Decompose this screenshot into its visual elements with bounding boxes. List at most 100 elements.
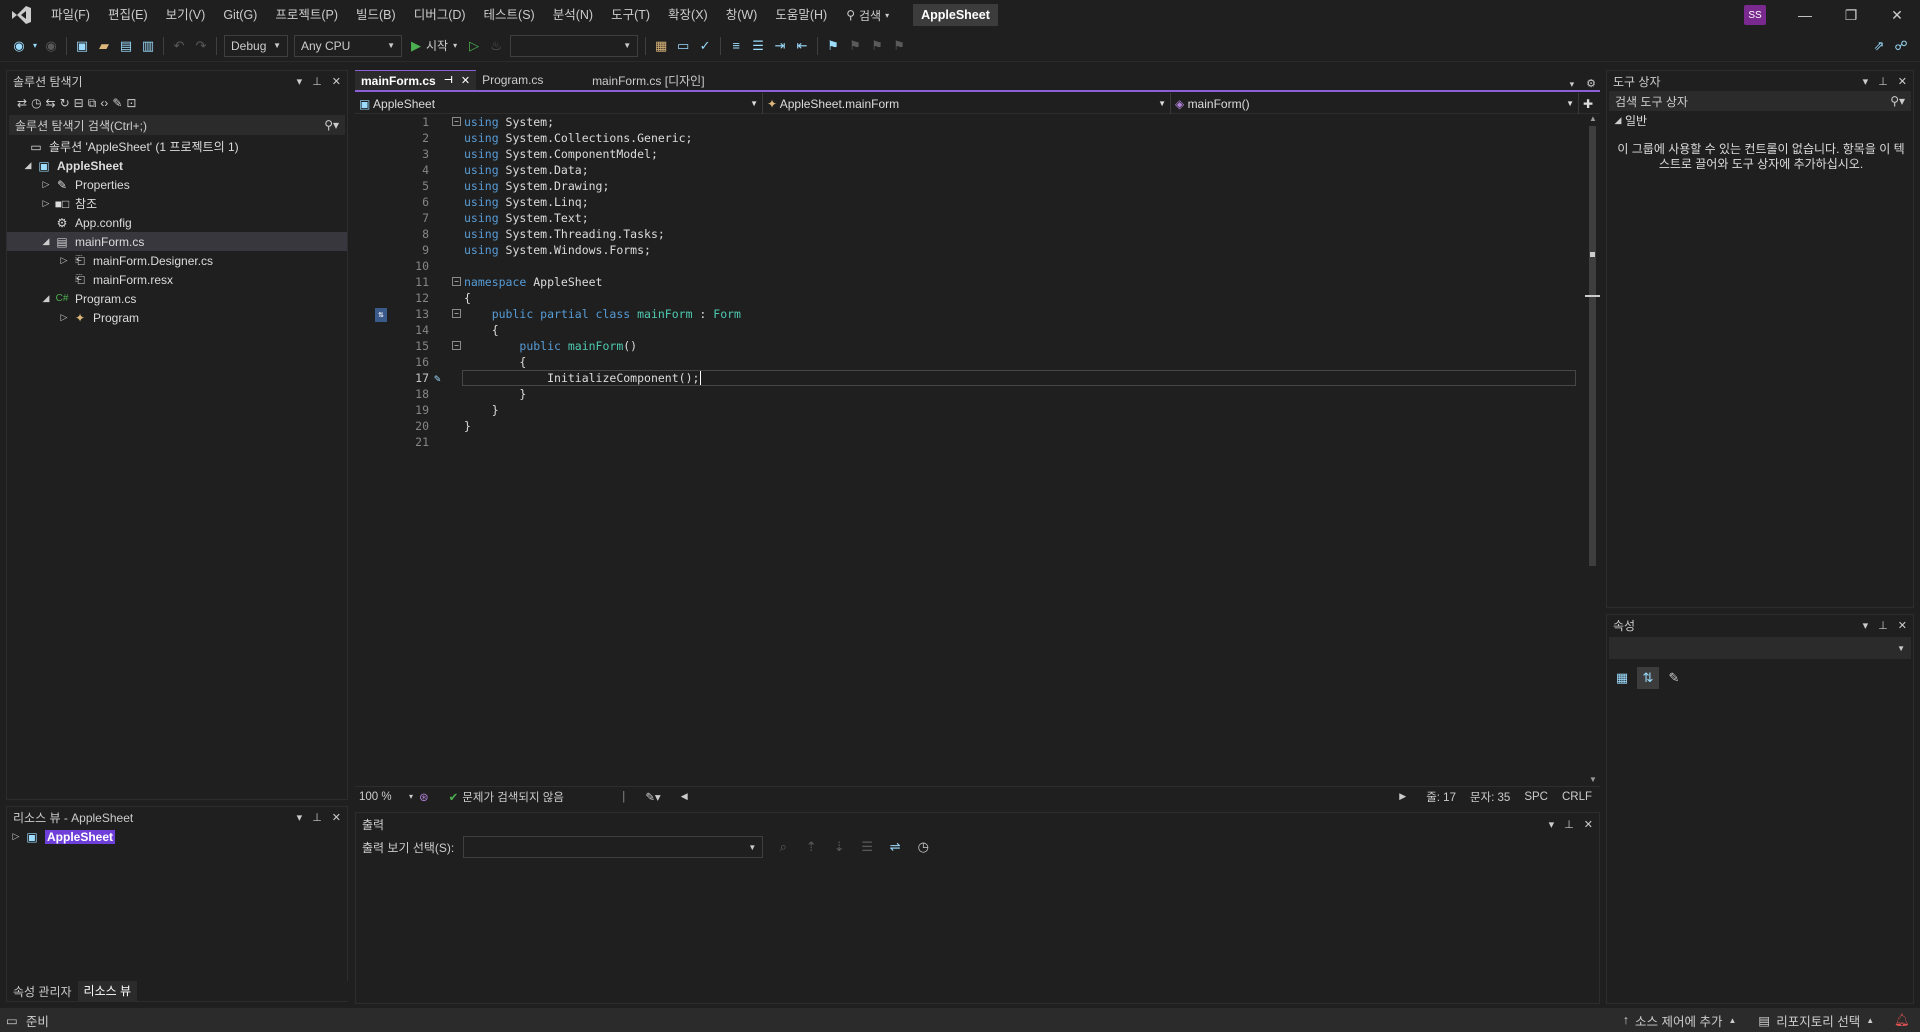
start-debug-button[interactable]: ▶ 시작 ▾ bbox=[405, 37, 463, 54]
code-line[interactable]: 20} bbox=[355, 418, 1585, 434]
expanded-arrow-icon[interactable]: ◢ bbox=[39, 236, 53, 247]
collapsed-arrow-icon[interactable]: ▷ bbox=[57, 312, 71, 323]
uncomment-icon[interactable]: ☰ bbox=[747, 35, 769, 57]
next-message-icon[interactable]: ⇣ bbox=[828, 836, 850, 858]
code-line[interactable]: 5 using System.Drawing; bbox=[355, 178, 1585, 194]
tree-item-mainform-cs[interactable]: ◢ ▤ mainForm.cs bbox=[7, 232, 347, 251]
tree-item-program-cs[interactable]: ◢ C# Program.cs bbox=[7, 289, 347, 308]
avatar[interactable]: SS bbox=[1744, 5, 1766, 25]
menu-test[interactable]: 테스트(S) bbox=[475, 0, 544, 30]
chevron-up-icon[interactable]: ▲ bbox=[1866, 1016, 1874, 1025]
live-share-icon[interactable]: ⇗ bbox=[1868, 35, 1890, 57]
solution-config-select[interactable]: Debug ▼ bbox=[224, 34, 288, 57]
comment-icon[interactable]: ≡ bbox=[725, 35, 747, 57]
code-line[interactable]: 16 { bbox=[355, 354, 1585, 370]
dropdown-icon[interactable]: ▾ bbox=[1863, 75, 1869, 88]
global-search-button[interactable]: ⚲ 검색 ▾ bbox=[836, 0, 899, 30]
fold-toggle-icon[interactable]: − bbox=[452, 309, 461, 318]
code-line[interactable]: 17 InitializeComponent(); bbox=[355, 370, 1585, 386]
collapsed-arrow-icon[interactable]: ▷ bbox=[39, 198, 53, 209]
menu-project[interactable]: 프로젝트(P) bbox=[266, 0, 347, 30]
code-line[interactable]: 12 { bbox=[355, 290, 1585, 306]
scroll-right-icon[interactable]: ▶ bbox=[1399, 791, 1406, 802]
pin-icon[interactable]: ⊥ bbox=[312, 75, 322, 88]
editor-vertical-scrollbar[interactable]: ▲ ▼ bbox=[1585, 114, 1600, 786]
tab-property-manager[interactable]: 속성 관리자 bbox=[7, 983, 78, 1000]
close-icon[interactable]: ✕ bbox=[1898, 75, 1907, 88]
tree-item-properties[interactable]: ▷ ✎ Properties bbox=[7, 175, 347, 194]
open-file-icon[interactable]: ▰ bbox=[93, 35, 115, 57]
menu-analyze[interactable]: 분석(N) bbox=[544, 0, 602, 30]
code-line[interactable]: 10 bbox=[355, 258, 1585, 274]
expanded-arrow-icon[interactable]: ◢ bbox=[1611, 115, 1625, 126]
menu-file[interactable]: 파일(F) bbox=[42, 0, 99, 30]
show-all-files-icon[interactable]: ⧉ bbox=[88, 96, 97, 111]
menu-help[interactable]: 도움말(H) bbox=[766, 0, 836, 30]
find-message-icon[interactable]: ⌕ bbox=[772, 836, 794, 858]
split-icon[interactable]: ✚ bbox=[1579, 93, 1600, 114]
properties-icon[interactable]: ✎ bbox=[112, 96, 122, 110]
feedback-icon[interactable]: ☍ bbox=[1890, 35, 1912, 57]
code-editor[interactable]: 1− using System; 2 using System.Collections… bbox=[355, 114, 1585, 786]
code-line[interactable]: 4 using System.Data; bbox=[355, 162, 1585, 178]
tab-resource-view[interactable]: 리소스 뷰 bbox=[77, 981, 138, 1001]
code-view-icon[interactable]: ‹› bbox=[100, 96, 108, 110]
chevron-down-icon[interactable]: ▾ bbox=[409, 792, 413, 801]
pin-icon[interactable]: ⊥ bbox=[1878, 619, 1888, 632]
menu-tools[interactable]: 도구(T) bbox=[602, 0, 659, 30]
code-line[interactable]: 9 using System.Windows.Forms; bbox=[355, 242, 1585, 258]
repository-select-button[interactable]: 리포지토리 선택 bbox=[1776, 1011, 1860, 1030]
clear-all-icon[interactable]: ☰ bbox=[856, 836, 878, 858]
toolbox-group-general[interactable]: ◢ 일반 bbox=[1607, 111, 1913, 130]
code-line[interactable]: 2 using System.Collections.Generic; bbox=[355, 130, 1585, 146]
tree-item-app-config[interactable]: ⚙ App.config bbox=[7, 213, 347, 232]
alphabetical-icon[interactable]: ⇅ bbox=[1637, 667, 1659, 689]
line-ending[interactable]: CRLF bbox=[1562, 791, 1592, 803]
copilot-icon[interactable]: ⊛ bbox=[419, 790, 429, 804]
collapsed-arrow-icon[interactable]: ▷ bbox=[9, 831, 23, 842]
tab-list-dropdown-icon[interactable]: ▾ bbox=[1570, 79, 1575, 90]
save-icon[interactable]: ▤ bbox=[115, 35, 137, 57]
collapsed-arrow-icon[interactable]: ▷ bbox=[39, 179, 53, 190]
forward-navigate-icon[interactable]: ◉ bbox=[40, 35, 62, 57]
expanded-arrow-icon[interactable]: ◢ bbox=[21, 160, 35, 171]
switch-view-icon[interactable]: ⇄ bbox=[17, 96, 27, 110]
code-line[interactable]: 15 − public mainForm() bbox=[355, 338, 1585, 354]
code-cleanup-icon[interactable]: ✎▾ bbox=[645, 790, 660, 804]
tree-item-resource-project[interactable]: ▷ ▣ AppleSheet bbox=[7, 827, 347, 846]
back-navigate-icon[interactable]: ◉ bbox=[8, 35, 30, 57]
tab-program-cs[interactable]: Program.cs bbox=[476, 70, 586, 90]
column-position[interactable]: 문자: 35 bbox=[1470, 789, 1510, 805]
solution-explorer-icon[interactable]: ▦ bbox=[650, 35, 672, 57]
clear-bookmark-icon[interactable]: ⚑ bbox=[888, 35, 910, 57]
menu-build[interactable]: 빌드(B) bbox=[347, 0, 405, 30]
tree-item-references[interactable]: ▷ ■□ 참조 bbox=[7, 194, 347, 213]
prev-message-icon[interactable]: ⇡ bbox=[800, 836, 822, 858]
start-without-debug-icon[interactable]: ▷ bbox=[463, 35, 485, 57]
close-icon[interactable]: ✕ bbox=[461, 74, 470, 87]
close-icon[interactable]: ✕ bbox=[332, 75, 341, 88]
class-dropdown[interactable]: ✦ AppleSheet.mainForm ▼ bbox=[763, 93, 1171, 114]
prev-bookmark-icon[interactable]: ⚑ bbox=[844, 35, 866, 57]
pin-icon[interactable]: ⊥ bbox=[1878, 75, 1888, 88]
notification-icon[interactable]: 🔔︎ bbox=[1894, 1013, 1910, 1028]
indent-icon[interactable]: ⇥ bbox=[769, 35, 791, 57]
scroll-left-icon[interactable]: ◀ bbox=[681, 791, 688, 802]
refresh-icon[interactable]: ↻ bbox=[60, 96, 70, 110]
hot-reload-icon[interactable]: ♨ bbox=[485, 35, 507, 57]
menu-extensions[interactable]: 확장(X) bbox=[659, 0, 717, 30]
dropdown-icon[interactable]: ▾ bbox=[297, 75, 303, 88]
categorized-icon[interactable]: ▦ bbox=[1611, 667, 1633, 689]
sync-icon[interactable]: ⇆ bbox=[46, 96, 56, 110]
source-control-button[interactable]: 소스 제어에 추가 bbox=[1635, 1011, 1722, 1030]
tree-item-solution[interactable]: ▭ 솔루션 'AppleSheet' (1 프로젝트의 1) bbox=[7, 137, 347, 156]
collapse-all-icon[interactable]: ⊟ bbox=[74, 96, 84, 110]
bookmark-icon[interactable]: ⚑ bbox=[822, 35, 844, 57]
undo-icon[interactable]: ↶ bbox=[168, 35, 190, 57]
code-line[interactable]: 7 using System.Text; bbox=[355, 210, 1585, 226]
debug-target-select[interactable]: ▼ bbox=[510, 34, 639, 57]
toolbox-search-input[interactable]: 검색 도구 상자 ⚲▾ bbox=[1609, 91, 1911, 111]
code-line[interactable]: 11 − namespace AppleSheet bbox=[355, 274, 1585, 290]
restore-button[interactable]: ❐ bbox=[1828, 0, 1874, 30]
close-window-button[interactable]: ✕ bbox=[1874, 0, 1920, 30]
